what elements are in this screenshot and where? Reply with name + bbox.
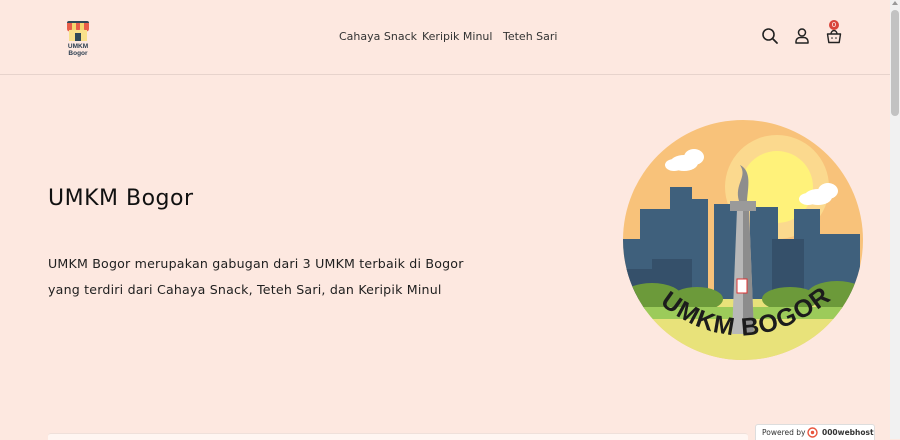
nav-item-teteh-sari[interactable]: Teteh Sari <box>503 30 557 43</box>
nav-item-keripik-minul[interactable]: Keripik Minul <box>422 30 492 43</box>
scrollbar-thumb[interactable] <box>891 10 899 116</box>
search-icon <box>762 28 778 44</box>
powered-by-label: Powered by <box>762 428 806 437</box>
search-button[interactable] <box>761 27 779 45</box>
hero-title: UMKM Bogor <box>48 186 194 211</box>
hero-description: UMKM Bogor merupakan gabugan dari 3 UMKM… <box>48 256 464 297</box>
scroll-up-arrow-icon[interactable] <box>892 1 898 5</box>
powered-by-badge[interactable]: Powered by 000webhost <box>755 424 875 440</box>
webhost-brand: 000webhost <box>822 428 874 437</box>
umkm-bogor-illustration: UMKM BOGOR <box>623 120 863 360</box>
storefront-icon <box>67 21 89 41</box>
site-logo[interactable]: UMKM Bogor <box>58 19 98 57</box>
page-scrollbar[interactable] <box>890 0 900 439</box>
site-header: UMKM Bogor Cahaya Snack Keripik Minul Te… <box>0 0 890 75</box>
account-button[interactable] <box>793 27 811 45</box>
webhost-logo-icon <box>807 427 818 438</box>
nav-item-cahaya-snack[interactable]: Cahaya Snack <box>339 30 417 43</box>
user-icon <box>795 28 809 44</box>
logo-text: UMKM Bogor <box>67 43 89 57</box>
cart-count-badge: 0 <box>829 20 839 30</box>
